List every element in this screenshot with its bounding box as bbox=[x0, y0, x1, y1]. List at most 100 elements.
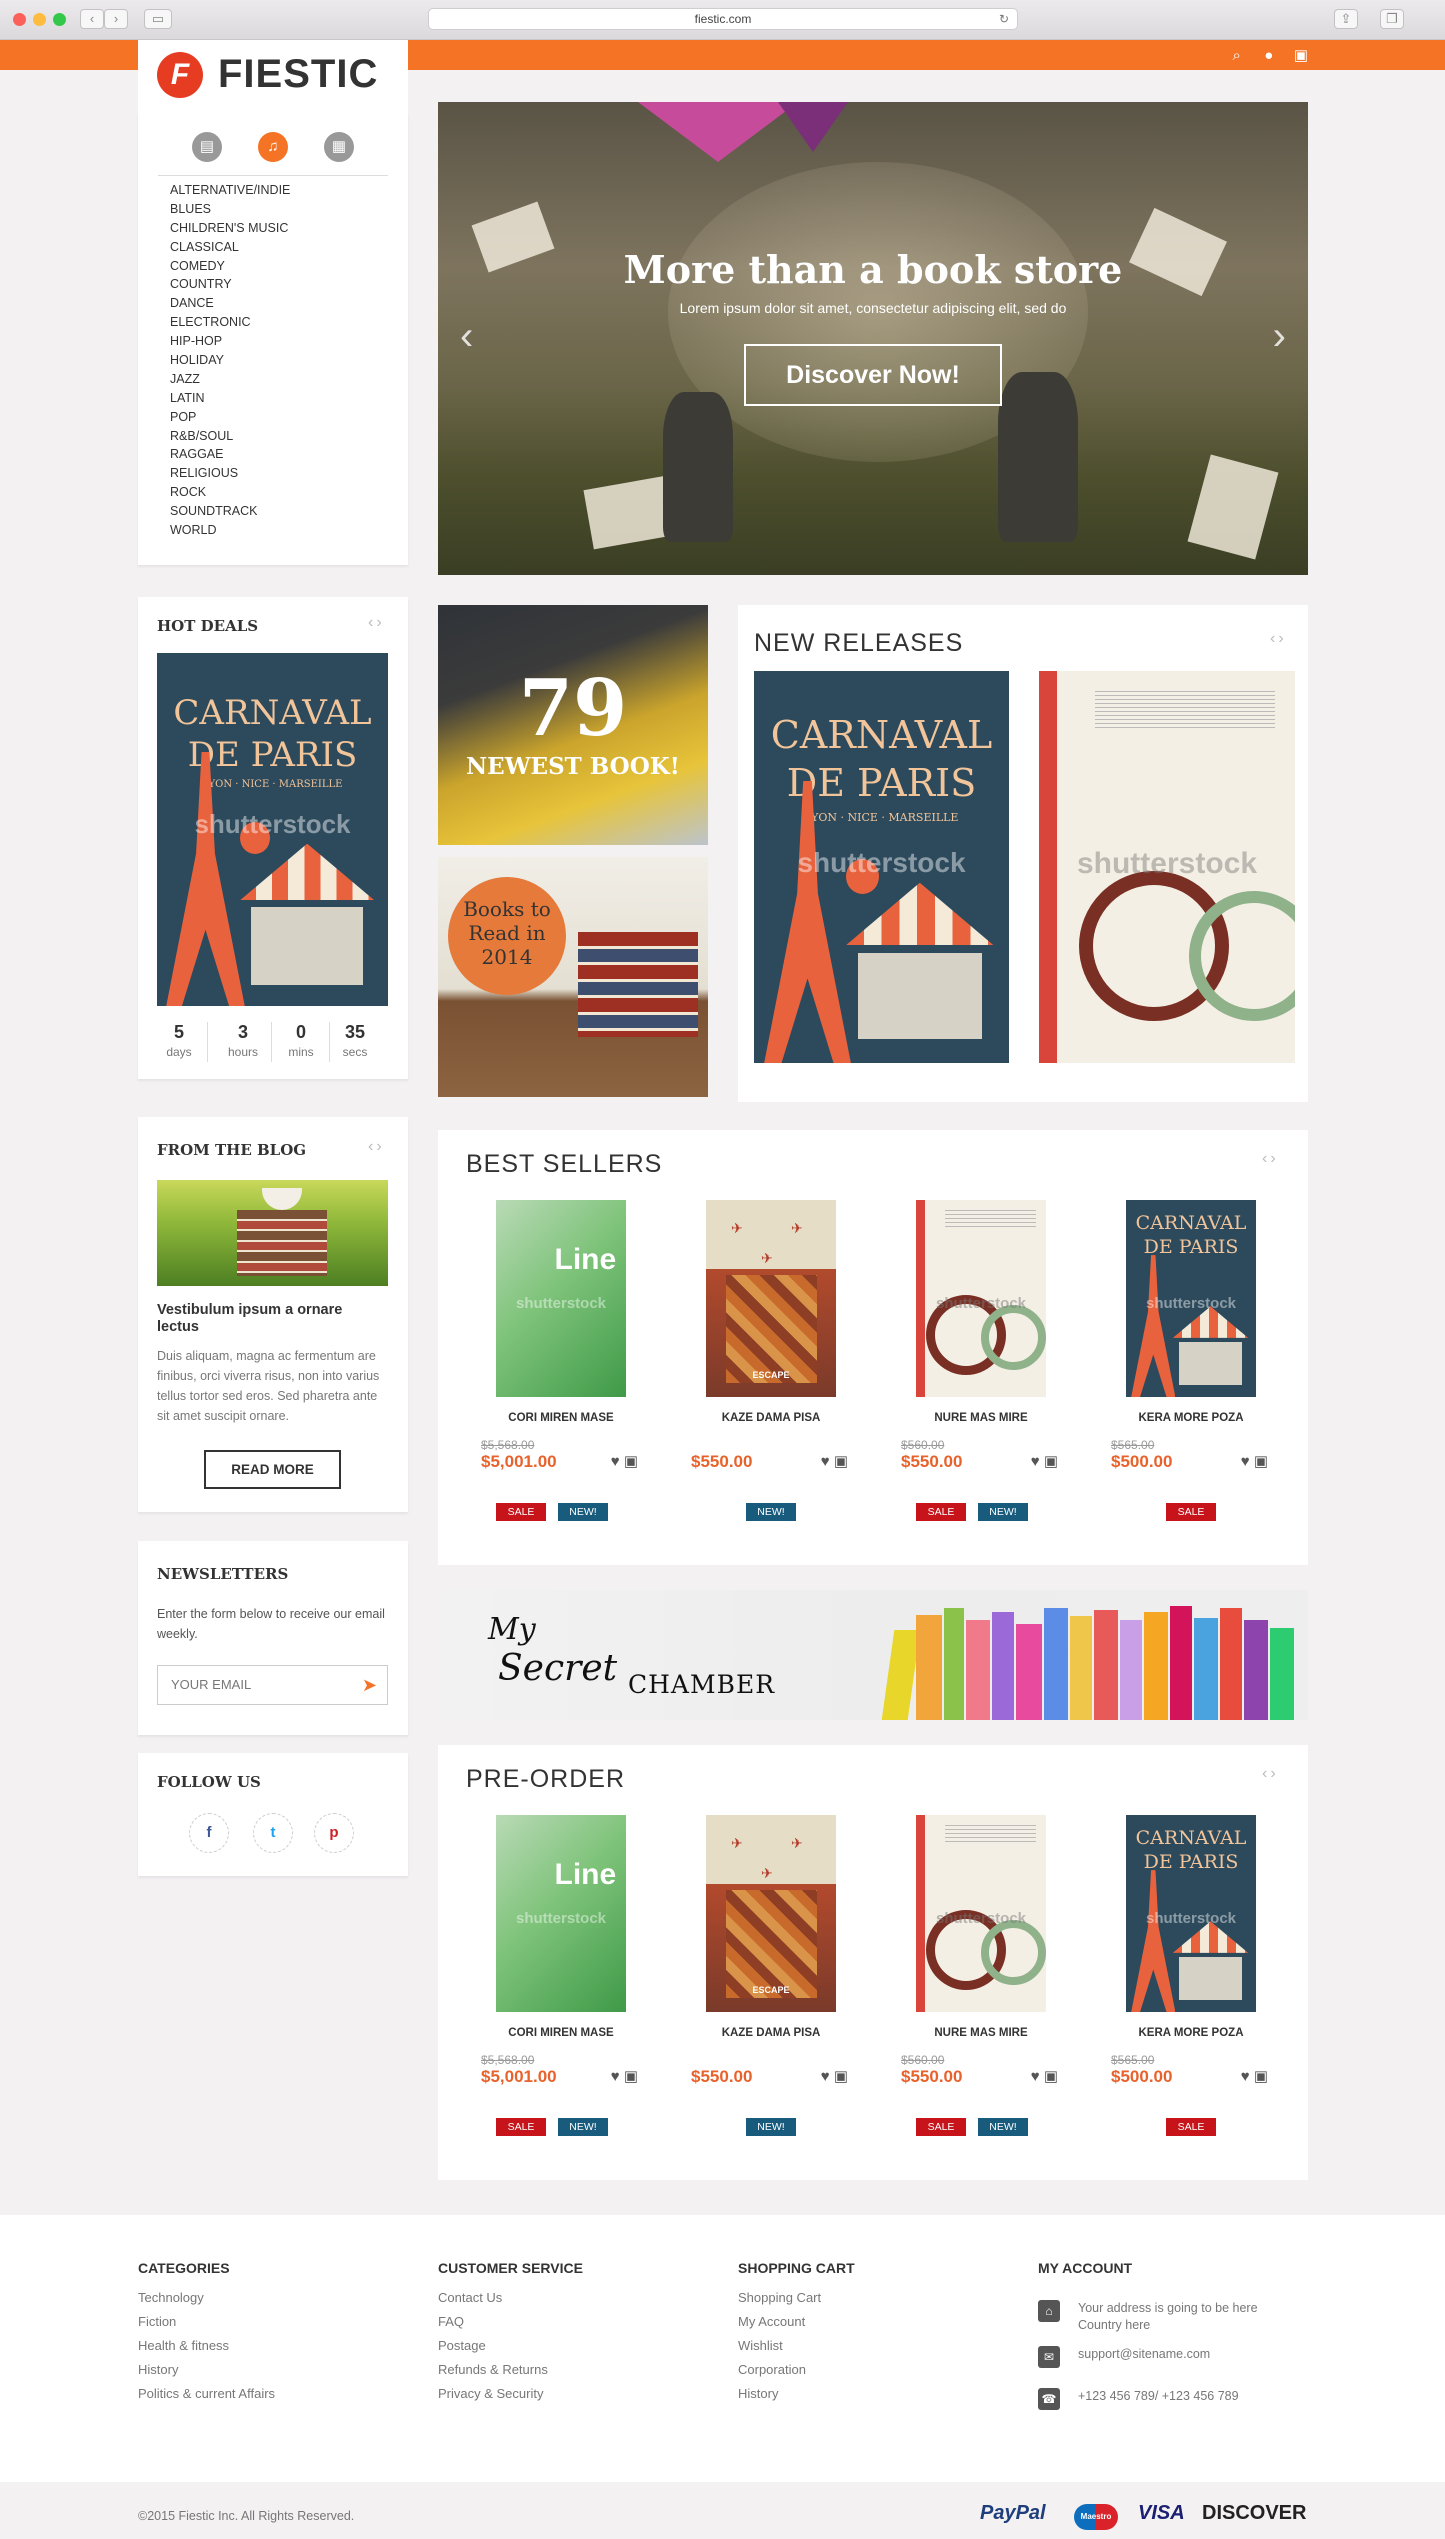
footer-link[interactable]: Technology bbox=[138, 2290, 275, 2314]
logo[interactable]: F FIESTIC bbox=[138, 40, 408, 112]
music-icon[interactable]: ♫ bbox=[258, 132, 288, 162]
heart-icon[interactable]: ♥ bbox=[1031, 2068, 1040, 2085]
heart-icon[interactable]: ♥ bbox=[1031, 1453, 1040, 1470]
product-name[interactable]: KERA MORE POZA bbox=[1096, 2027, 1286, 2039]
cart-icon[interactable]: ▣ bbox=[1254, 2068, 1268, 2085]
footer-link[interactable]: Politics & current Affairs bbox=[138, 2386, 275, 2410]
category-item[interactable]: JAZZ bbox=[170, 370, 290, 389]
cart-icon[interactable]: ▣ bbox=[624, 1453, 638, 1470]
blog-arrows[interactable]: ‹› bbox=[368, 1138, 385, 1156]
maximize-window-button[interactable] bbox=[53, 13, 66, 26]
cart-icon[interactable]: ▣ bbox=[624, 2068, 638, 2085]
twitter-icon[interactable]: t bbox=[253, 1813, 293, 1853]
product-cover[interactable]: shutterstock bbox=[916, 1815, 1046, 2012]
product-card[interactable]: CARNAVAL DE PARIS shutterstock KERA MORE… bbox=[1096, 1805, 1286, 2165]
blog-post-image[interactable] bbox=[157, 1180, 388, 1286]
blog-post-title[interactable]: Vestibulum ipsum a ornare lectus bbox=[157, 1302, 388, 1336]
share-icon[interactable]: ⇪ bbox=[1334, 9, 1358, 29]
product-card[interactable]: Line shutterstock CORI MIREN MASE $5,568.… bbox=[466, 1805, 656, 2165]
category-item[interactable]: ALTERNATIVE/INDIE bbox=[170, 181, 290, 200]
category-item[interactable]: RELIGIOUS bbox=[170, 464, 290, 483]
cart-icon[interactable]: ▣ bbox=[1254, 1453, 1268, 1470]
shopping-bag-icon[interactable]: ▣ bbox=[1292, 46, 1310, 64]
product-card[interactable]: ✈ ✈ ✈ ESCAPE KAZE DAMA PISA $550.00 ♥ ▣ NE… bbox=[676, 1805, 866, 2165]
footer-link[interactable]: Postage bbox=[438, 2338, 583, 2362]
category-item[interactable]: COUNTRY bbox=[170, 275, 290, 294]
product-name[interactable]: NURE MAS MIRE bbox=[886, 1412, 1076, 1424]
book-icon[interactable]: ▤ bbox=[192, 132, 222, 162]
hot-deal-book-cover[interactable]: CARNAVAL DE PARIS LYON · NICE · MARSEILL… bbox=[157, 653, 388, 1006]
category-item[interactable]: ROCK bbox=[170, 483, 290, 502]
cart-icon[interactable]: ▣ bbox=[1044, 2068, 1058, 2085]
user-icon[interactable]: ● bbox=[1260, 47, 1278, 64]
email-text[interactable]: support@sitename.com bbox=[1078, 2346, 1298, 2363]
product-name[interactable]: CORI MIREN MASE bbox=[466, 2027, 656, 2039]
secret-chamber-banner[interactable]: My Secret CHAMBER bbox=[438, 1590, 1308, 1720]
send-icon[interactable]: ➤ bbox=[362, 1675, 377, 1696]
sidebar-toggle-icon[interactable]: ▭ bbox=[144, 9, 172, 29]
footer-link[interactable]: History bbox=[138, 2362, 275, 2386]
cart-icon[interactable]: ▣ bbox=[834, 1453, 848, 1470]
cart-icon[interactable]: ▣ bbox=[834, 2068, 848, 2085]
category-item[interactable]: DANCE bbox=[170, 294, 290, 313]
category-item[interactable]: POP bbox=[170, 408, 290, 427]
product-card[interactable]: Line shutterstock CORI MIREN MASE $5,568.… bbox=[466, 1190, 656, 1550]
new-release-book-cover[interactable]: CARNAVAL DE PARIS LYON · NICE · MARSEILL… bbox=[754, 671, 1009, 1063]
heart-icon[interactable]: ♥ bbox=[1241, 1453, 1250, 1470]
product-name[interactable]: KAZE DAMA PISA bbox=[676, 2027, 866, 2039]
product-card[interactable]: CARNAVAL DE PARIS shutterstock KERA MORE… bbox=[1096, 1190, 1286, 1550]
footer-link[interactable]: Refunds & Returns bbox=[438, 2362, 583, 2386]
film-icon[interactable]: ▦ bbox=[324, 132, 354, 162]
back-button[interactable]: ‹ bbox=[80, 9, 104, 29]
footer-link[interactable]: Health & fitness bbox=[138, 2338, 275, 2362]
category-item[interactable]: RAGGAE bbox=[170, 445, 290, 464]
footer-link[interactable]: Shopping Cart bbox=[738, 2290, 855, 2314]
category-item[interactable]: HIP-HOP bbox=[170, 332, 290, 351]
address-bar[interactable]: fiestic.com ↻ bbox=[428, 8, 1018, 30]
minimize-window-button[interactable] bbox=[33, 13, 46, 26]
product-cover[interactable]: CARNAVAL DE PARIS shutterstock bbox=[1126, 1815, 1256, 2012]
heart-icon[interactable]: ♥ bbox=[611, 1453, 620, 1470]
hero-next-arrow[interactable]: › bbox=[1273, 314, 1286, 359]
reload-icon[interactable]: ↻ bbox=[999, 9, 1009, 30]
hero-prev-arrow[interactable]: ‹ bbox=[460, 314, 473, 359]
category-item[interactable]: BLUES bbox=[170, 200, 290, 219]
footer-link[interactable]: Corporation bbox=[738, 2362, 855, 2386]
heart-icon[interactable]: ♥ bbox=[821, 1453, 830, 1470]
discover-now-button[interactable]: Discover Now! bbox=[744, 344, 1002, 406]
newest-book-promo[interactable]: 79 NEWEST BOOK! bbox=[438, 605, 708, 845]
category-item[interactable]: CLASSICAL bbox=[170, 238, 290, 257]
heart-icon[interactable]: ♥ bbox=[1241, 2068, 1250, 2085]
category-item[interactable]: R&B/SOUL bbox=[170, 427, 290, 446]
cart-icon[interactable]: ▣ bbox=[1044, 1453, 1058, 1470]
product-name[interactable]: KERA MORE POZA bbox=[1096, 1412, 1286, 1424]
category-item[interactable]: SOUNDTRACK bbox=[170, 502, 290, 521]
product-cover[interactable]: ✈ ✈ ✈ ESCAPE bbox=[706, 1200, 836, 1397]
product-cover[interactable]: ✈ ✈ ✈ ESCAPE bbox=[706, 1815, 836, 2012]
tabs-icon[interactable]: ❐ bbox=[1380, 9, 1404, 29]
footer-link[interactable]: FAQ bbox=[438, 2314, 583, 2338]
hot-deals-arrows[interactable]: ‹› bbox=[368, 614, 385, 632]
product-cover[interactable]: CARNAVAL DE PARIS shutterstock bbox=[1126, 1200, 1256, 1397]
footer-link[interactable]: Contact Us bbox=[438, 2290, 583, 2314]
product-name[interactable]: CORI MIREN MASE bbox=[466, 1412, 656, 1424]
product-name[interactable]: NURE MAS MIRE bbox=[886, 2027, 1076, 2039]
new-release-book-cover[interactable]: shutterstock bbox=[1039, 671, 1295, 1063]
product-card[interactable]: shutterstock NURE MAS MIRE $560.00 $550.… bbox=[886, 1805, 1076, 2165]
search-icon[interactable]: ⌕ bbox=[1228, 47, 1246, 64]
product-card[interactable]: ✈ ✈ ✈ ESCAPE KAZE DAMA PISA $550.00 ♥ ▣ NE… bbox=[676, 1190, 866, 1550]
footer-link[interactable]: Fiction bbox=[138, 2314, 275, 2338]
footer-link[interactable]: My Account bbox=[738, 2314, 855, 2338]
category-item[interactable]: HOLIDAY bbox=[170, 351, 290, 370]
read-more-button[interactable]: READ MORE bbox=[204, 1450, 341, 1489]
category-item[interactable]: CHILDREN'S MUSIC bbox=[170, 219, 290, 238]
category-item[interactable]: ELECTRONIC bbox=[170, 313, 290, 332]
footer-link[interactable]: Wishlist bbox=[738, 2338, 855, 2362]
best-sellers-arrows[interactable]: ‹› bbox=[1262, 1150, 1279, 1168]
footer-link[interactable]: History bbox=[738, 2386, 855, 2410]
pre-order-arrows[interactable]: ‹› bbox=[1262, 1765, 1279, 1783]
product-cover[interactable]: Line shutterstock bbox=[496, 1815, 626, 2012]
product-name[interactable]: KAZE DAMA PISA bbox=[676, 1412, 866, 1424]
product-cover[interactable]: shutterstock bbox=[916, 1200, 1046, 1397]
facebook-icon[interactable]: f bbox=[189, 1813, 229, 1853]
